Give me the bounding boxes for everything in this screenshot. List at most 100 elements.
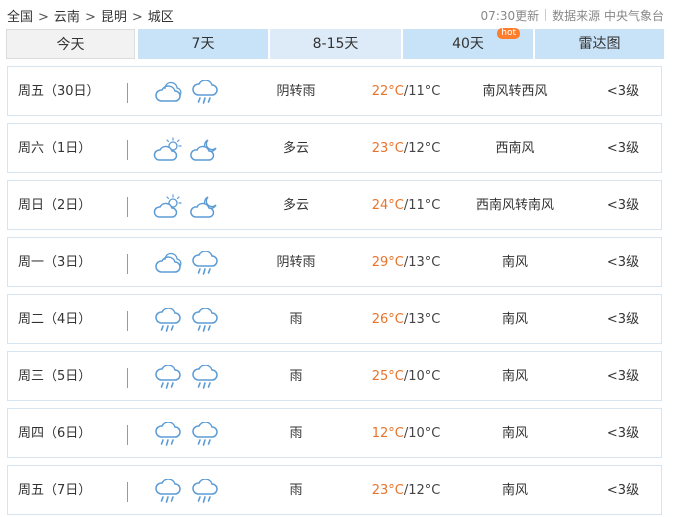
weather-text: 雨 [289, 426, 303, 441]
weather-text: 雨 [289, 312, 303, 327]
rain-icon [190, 308, 220, 334]
source-label: 数据来源 [552, 9, 601, 23]
breadcrumb-item-district: 城区 [147, 10, 174, 25]
tab-40-days[interactable]: 40天 hot [403, 28, 533, 59]
breadcrumb-separator: > [38, 10, 49, 25]
low-temp: /13°C [403, 255, 441, 270]
divider [127, 482, 128, 502]
tab-label: 7天 [191, 36, 215, 52]
day-label: 周一（3日） [18, 255, 92, 270]
breadcrumb-separator: > [131, 10, 143, 25]
forecast-row: 周三（5日） 雨 25°C/10°C 南风 <3级 [7, 351, 662, 401]
high-temp: 22°C [371, 84, 404, 99]
source-name: 中央气象台 [603, 9, 664, 23]
temperature: 22°C/11°C [361, 67, 451, 117]
weather-text: 多云 [282, 141, 309, 156]
divider [127, 311, 128, 331]
hot-badge: hot [497, 28, 520, 39]
tab-label: 8-15天 [312, 36, 359, 52]
weather-icons [153, 251, 223, 277]
low-temp: /12°C [403, 141, 441, 156]
low-temp: /11°C [403, 198, 441, 213]
high-temp: 12°C [371, 426, 404, 441]
forecast-tabs: 今天 7天 8-15天 40天 hot 雷达图 [6, 28, 664, 59]
breadcrumb-item-country[interactable]: 全国 [7, 10, 33, 25]
forecast-row: 周五（30日） 阴转雨 22°C/11°C 南风转西风 <3级 [7, 66, 662, 116]
update-time: 07:30更新 [480, 9, 540, 23]
wind-direction: 南风 [501, 483, 528, 498]
breadcrumb-item-province[interactable]: 云南 [54, 10, 80, 25]
day-label: 周五（7日） [18, 483, 92, 498]
divider [127, 425, 128, 445]
rain-icon [190, 422, 220, 448]
rain-icon [190, 80, 220, 106]
wind-direction: 南风 [501, 369, 528, 384]
weather-icons [153, 422, 223, 448]
wind-level: <3级 [606, 141, 640, 156]
update-source-info: 07:30更新 数据来源 中央气象台 [481, 7, 664, 24]
weather-text: 雨 [289, 483, 303, 498]
wind-direction: 西南风 [495, 141, 535, 156]
rain-icon [190, 365, 220, 391]
wind-direction: 南风 [501, 312, 528, 327]
partly-cloudy-day-icon [153, 137, 183, 163]
rain-icon [190, 251, 220, 277]
temperature: 12°C/10°C [361, 409, 451, 459]
top-bar: 全国 > 云南 > 昆明 > 城区 07:30更新 数据来源 中央气象台 [0, 0, 680, 28]
tab-label: 40天 [452, 36, 484, 52]
rain-icon [153, 422, 183, 448]
high-temp: 23°C [371, 483, 404, 498]
tab-8-15-days[interactable]: 8-15天 [270, 29, 401, 59]
weather-text: 阴转雨 [276, 84, 316, 99]
rain-icon [153, 365, 183, 391]
divider [545, 9, 547, 21]
divider [127, 140, 128, 160]
temperature: 24°C/11°C [361, 181, 451, 231]
forecast-row: 周一（3日） 阴转雨 29°C/13°C 南风 <3级 [7, 237, 662, 287]
breadcrumb-separator: > [84, 10, 96, 25]
tab-today[interactable]: 今天 [6, 29, 135, 59]
wind-direction: 西南风转南风 [475, 198, 554, 213]
weather-icons [153, 194, 223, 220]
breadcrumb-item-city[interactable]: 昆明 [101, 10, 127, 25]
high-temp: 23°C [371, 141, 404, 156]
divider [127, 254, 128, 274]
divider [127, 197, 128, 217]
partly-cloudy-night-icon [190, 137, 220, 163]
low-temp: /13°C [403, 312, 441, 327]
forecast-row: 周五（7日） 雨 23°C/12°C 南风 <3级 [7, 465, 662, 515]
day-label: 周三（5日） [18, 369, 92, 384]
wind-level: <3级 [606, 198, 640, 213]
tab-7-days[interactable]: 7天 [138, 29, 268, 59]
divider [127, 368, 128, 388]
high-temp: 25°C [371, 369, 404, 384]
overcast-icon [153, 251, 183, 277]
rain-icon [153, 308, 183, 334]
weather-icons [153, 308, 223, 334]
overcast-icon [153, 80, 183, 106]
weather-text: 雨 [289, 369, 303, 384]
wind-level: <3级 [606, 369, 640, 384]
weather-icons [153, 365, 223, 391]
wind-level: <3级 [606, 84, 640, 99]
temperature: 25°C/10°C [361, 352, 451, 402]
tab-radar[interactable]: 雷达图 [535, 29, 664, 59]
weather-text: 阴转雨 [276, 255, 316, 270]
wind-direction: 南风转西风 [482, 84, 548, 99]
temperature: 23°C/12°C [361, 466, 451, 516]
weather-icons [153, 479, 223, 505]
partly-cloudy-day-icon [153, 194, 183, 220]
low-temp: /11°C [403, 84, 441, 99]
day-label: 周六（1日） [18, 141, 92, 156]
day-label: 周五（30日） [18, 84, 100, 99]
rain-icon [153, 479, 183, 505]
low-temp: /10°C [403, 369, 441, 384]
wind-direction: 南风 [501, 255, 528, 270]
high-temp: 24°C [371, 198, 404, 213]
forecast-row: 周四（6日） 雨 12°C/10°C 南风 <3级 [7, 408, 662, 458]
forecast-row: 周六（1日） 多云 23°C/12°C 西南风 <3级 [7, 123, 662, 173]
wind-level: <3级 [606, 312, 640, 327]
partly-cloudy-night-icon [190, 194, 220, 220]
temperature: 29°C/13°C [361, 238, 451, 288]
temperature: 23°C/12°C [361, 124, 451, 174]
